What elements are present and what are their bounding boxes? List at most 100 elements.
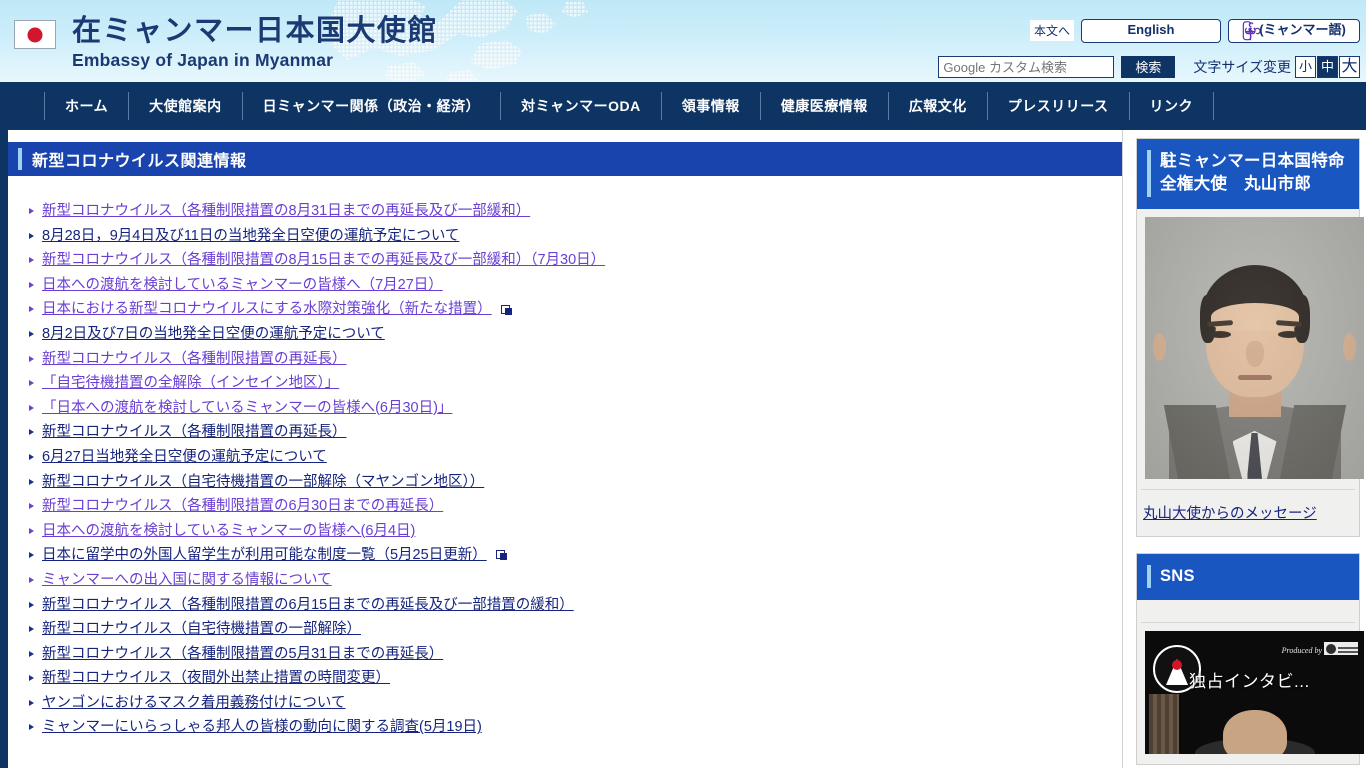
video-person-head [1222,710,1287,755]
ambassador-card-title: 駐ミャンマー日本国特命全権大使 丸山市郎 [1160,152,1345,194]
list-item: ヤンゴンにおけるマスク着用義務付けについて [28,696,1130,711]
skip-to-content-link[interactable]: 本文へ [1029,20,1074,42]
font-size-label: 文字サイズ変更 [1193,59,1291,75]
covid-link[interactable]: ミャンマーにいらっしゃる邦人の皆様の動向に関する調査(5月19日) [42,719,482,735]
covid-link[interactable]: 新型コロナウイルス（各種制限措置の8月15日までの再延長及び一部緩和）（7月30… [42,252,605,268]
covid-link[interactable]: 新型コロナウイルス（各種制限措置の再延長） [42,424,347,440]
covid-link[interactable]: 新型コロナウイルス（夜間外出禁止措置の時間変更） [42,670,390,686]
japan-flag-icon [14,20,56,49]
sns-card-title: SNS [1160,566,1195,585]
list-item: 新型コロナウイルス（夜間外出禁止措置の時間変更） [28,671,1130,686]
list-item: 「日本への渡航を検討しているミャンマーの皆様へ(6月30日)」 [28,401,1130,416]
sns-video-title: 独占インタビ... [1189,672,1310,692]
list-item: 新型コロナウイルス（各種制限措置の6月15日までの再延長及び一部措置の緩和） [28,597,1130,613]
nav-item-links[interactable]: リンク [1128,92,1215,120]
producer-logo-text [1338,644,1358,653]
covid-link[interactable]: 8月2日及び7日の当地発全日空便の運航予定について [42,326,385,342]
right-sidebar: 駐ミャンマー日本国特命全権大使 丸山市郎 丸山大使からのメッセージ SNS 独占… [1130,130,1366,768]
page-body: 新型コロナウイルス関連情報 新型コロナウイルス（各種制限措置の8月31日までの再… [0,130,1366,768]
language-button-myanmar[interactable]: မြန်မာ (ミャンマー語) [1228,19,1360,43]
main-content: 新型コロナウイルス関連情報 新型コロナウイルス（各種制限措置の8月31日までの再… [8,130,1130,768]
list-item: 新型コロナウイルス（各種制限措置の5月31日までの再延長） [28,646,1130,662]
heading-accent-bar [18,148,22,170]
list-item: ミャンマーにいらっしゃる邦人の皆様の動向に関する調査(5月19日) [28,720,1130,735]
covid-link[interactable]: 新型コロナウイルス（自宅待機措置の一部解除） [42,621,361,637]
font-size-medium-button[interactable]: 中 [1317,56,1338,78]
sns-card-header: SNS [1137,553,1359,601]
producer-logo-icon [1324,642,1358,656]
nav-item-embassy[interactable]: 大使館案内 [128,92,242,120]
ambassador-message-row: 丸山大使からのメッセージ [1137,489,1359,536]
header-search-row: 検索 文字サイズ変更 小 中 大 [938,56,1360,78]
nav-item-oda[interactable]: 対ミャンマーODA [500,92,661,120]
covid-link[interactable]: 新型コロナウイルス（各種制限措置の再延長） [42,351,347,367]
covid-link[interactable]: 日本に留学中の外国人留学生が利用可能な制度一覧（5月25日更新） [42,547,487,563]
external-link-icon [495,550,507,561]
nav-item-home[interactable]: ホーム [44,92,128,120]
nav-item-health[interactable]: 健康医療情報 [759,92,888,120]
covid-link[interactable]: 新型コロナウイルス（自宅待機措置の一部解除（マヤンゴン地区）） [42,474,484,490]
sidebar-divider [1122,130,1123,768]
covid-link[interactable]: 「自宅待機措置の全解除（インセイン地区）」 [42,375,339,391]
covid-link[interactable]: 日本への渡航を検討しているミャンマーの皆様へ(6月4日) [42,523,415,539]
list-item: 日本における新型コロナウイルスにする水際対策強化（新たな措置） [28,302,1130,317]
covid-link[interactable]: ヤンゴンにおけるマスク着用義務付けについて [42,695,345,711]
list-item: 6月27日当地発全日空便の運航予定について [28,450,1130,465]
list-item: 8月28日，9月4日及び11日の当地発全日空便の運航予定について [28,228,1130,244]
search-button[interactable]: 検索 [1121,56,1176,78]
covid-link[interactable]: 6月27日当地発全日空便の運航予定について [42,449,327,465]
list-item: 新型コロナウイルス（各種制限措置の8月31日までの再延長及び一部緩和） [28,204,1130,219]
page-title-en: Embassy of Japan in Myanmar [72,50,334,71]
list-item: 日本への渡航を検討しているミャンマーの皆様へ(6月4日) [28,523,1130,539]
site-header: 在ミャンマー日本国大使館 Embassy of Japan in Myanmar… [0,0,1366,82]
list-item: 「自宅待機措置の全解除（インセイン地区）」 [28,376,1130,391]
ambassador-portrait-photo[interactable] [1145,216,1364,479]
covid-link[interactable]: ミャンマーへの出入国に関する情報について [42,572,332,588]
font-size-large-button[interactable]: 大 [1339,56,1360,78]
ambassador-message-link[interactable]: 丸山大使からのメッセージ [1143,506,1317,522]
site-brand[interactable]: 在ミャンマー日本国大使館 Embassy of Japan in Myanmar [14,14,438,71]
nav-item-press[interactable]: プレスリリース [986,92,1129,120]
covid-link[interactable]: 8月28日，9月4日及び11日の当地発全日空便の運航予定について [42,228,459,244]
video-backdrop [1149,694,1179,755]
ambassador-card: 駐ミャンマー日本国特命全権大使 丸山市郎 丸山大使からのメッセージ [1136,138,1364,537]
language-button-english[interactable]: English [1081,19,1221,43]
list-item: 新型コロナウイルス（各種制限措置の6月30日までの再延長） [28,499,1130,514]
list-item: 新型コロナウイルス（各種制限措置の再延長） [28,425,1130,440]
language-label-myanmar-jp: (ミャンマー語) [1259,22,1346,37]
heading-accent-bar [1147,564,1151,589]
list-item: 日本への渡航を検討しているミャンマーの皆様へ（7月27日） [28,278,1130,293]
covid-link[interactable]: 新型コロナウイルス（各種制限措置の6月15日までの再延長及び一部措置の緩和） [42,597,574,613]
covid-link[interactable]: 新型コロナウイルス（各種制限措置の8月31日までの再延長及び一部緩和） [42,203,530,219]
list-item: 日本に留学中の外国人留学生が利用可能な制度一覧（5月25日更新） [28,548,1130,563]
ambassador-card-header: 駐ミャンマー日本国特命全権大使 丸山市郎 [1137,139,1359,209]
external-link-icon [500,304,512,315]
list-item: 新型コロナウイルス（各種制限措置の再延長） [28,351,1130,367]
nav-item-consular[interactable]: 領事情報 [660,92,760,120]
list-item: ミャンマーへの出入国に関する情報について [28,573,1130,588]
section-heading-covid: 新型コロナウイルス関連情報 [8,142,1122,176]
sns-card: SNS 独占インタビ... Produced by [1136,552,1364,766]
covid-link-list: 新型コロナウイルス（各種制限措置の8月31日までの再延長及び一部緩和） 8月28… [8,204,1130,735]
ambassador-card-body [1137,209,1364,489]
list-item: 新型コロナウイルス（自宅待機措置の一部解除（マヤンゴン地区）） [28,474,1130,490]
sns-card-body: 独占インタビ... Produced by [1137,623,1364,764]
main-navigation: ホーム 大使館案内 日ミャンマー関係（政治・経済） 対ミャンマーODA 領事情報… [0,82,1366,130]
font-size-small-button[interactable]: 小 [1295,56,1316,78]
list-item: 8月2日及び7日の当地発全日空便の運航予定について [28,327,1130,342]
sns-video-produced-by: Produced by [1281,646,1322,656]
page-title-jp: 在ミャンマー日本国大使館 [72,15,439,47]
search-input[interactable] [938,56,1115,78]
nav-item-culture[interactable]: 広報文化 [887,92,987,120]
producer-logo-mark [1326,643,1336,654]
list-item: 新型コロナウイルス（各種制限措置の8月15日までの再延長及び一部緩和）（7月30… [28,253,1130,268]
covid-link[interactable]: 新型コロナウイルス（各種制限措置の5月31日までの再延長） [42,646,443,662]
section-heading-label: 新型コロナウイルス関連情報 [32,153,247,170]
covid-link[interactable]: 新型コロナウイルス（各種制限措置の6月30日までの再延長） [42,498,443,514]
sns-video-thumbnail[interactable]: 独占インタビ... Produced by [1145,631,1364,755]
covid-link[interactable]: 日本への渡航を検討しているミャンマーの皆様へ（7月27日） [42,277,443,293]
language-label-myanmar-native: မြန်မာ [1242,22,1261,37]
covid-link[interactable]: 日本における新型コロナウイルスにする水際対策強化（新たな措置） [42,301,492,317]
covid-link[interactable]: 「日本への渡航を検討しているミャンマーの皆様へ(6月30日)」 [42,400,452,416]
nav-item-relations[interactable]: 日ミャンマー関係（政治・経済） [241,92,501,120]
